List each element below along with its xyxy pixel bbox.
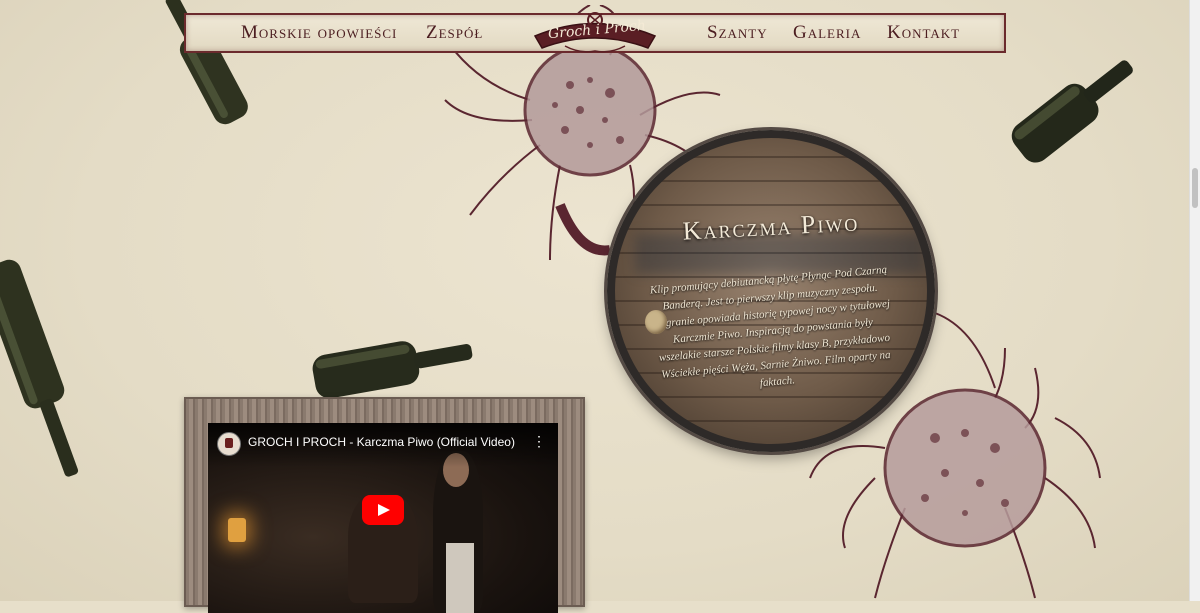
bottle-decoration-left bbox=[0, 259, 79, 477]
bottle-decoration-top-right bbox=[1011, 60, 1133, 163]
video-player[interactable]: GROCH I PROCH - Karczma Piwo (Official V… bbox=[208, 423, 558, 613]
page-scrollbar[interactable] bbox=[1189, 0, 1200, 601]
nav-item-morskie-opowiesci[interactable]: Morskie opowieści bbox=[241, 22, 397, 44]
nav-item-szanty[interactable]: Szanty bbox=[707, 22, 768, 44]
nav-item-kontakt[interactable]: Kontakt bbox=[887, 22, 960, 44]
video-scene-lamp bbox=[228, 518, 246, 542]
feature-description: Klip promujący debiutancką płytę Płynąc … bbox=[649, 263, 892, 390]
video-title[interactable]: GROCH I PROCH - Karczma Piwo (Official V… bbox=[248, 435, 515, 449]
video-scene-shirt bbox=[446, 543, 474, 613]
video-frame: GROCH I PROCH - Karczma Piwo (Official V… bbox=[184, 397, 585, 613]
youtube-play-icon[interactable] bbox=[362, 495, 404, 525]
scrollbar-thumb[interactable] bbox=[1192, 168, 1198, 208]
bottle-decoration-middle bbox=[312, 341, 473, 399]
channel-avatar[interactable] bbox=[217, 432, 241, 456]
nav-item-galeria[interactable]: Galeria bbox=[793, 22, 861, 44]
video-title-bar: GROCH I PROCH - Karczma Piwo (Official V… bbox=[208, 423, 558, 467]
barrel-feature-panel: Karczma Piwo Klip promujący debiutancką … bbox=[607, 130, 935, 452]
barrel-knot bbox=[645, 310, 667, 334]
more-vert-icon[interactable]: ⋮ bbox=[532, 433, 546, 450]
nav-item-zespol[interactable]: Zespół bbox=[426, 22, 483, 44]
